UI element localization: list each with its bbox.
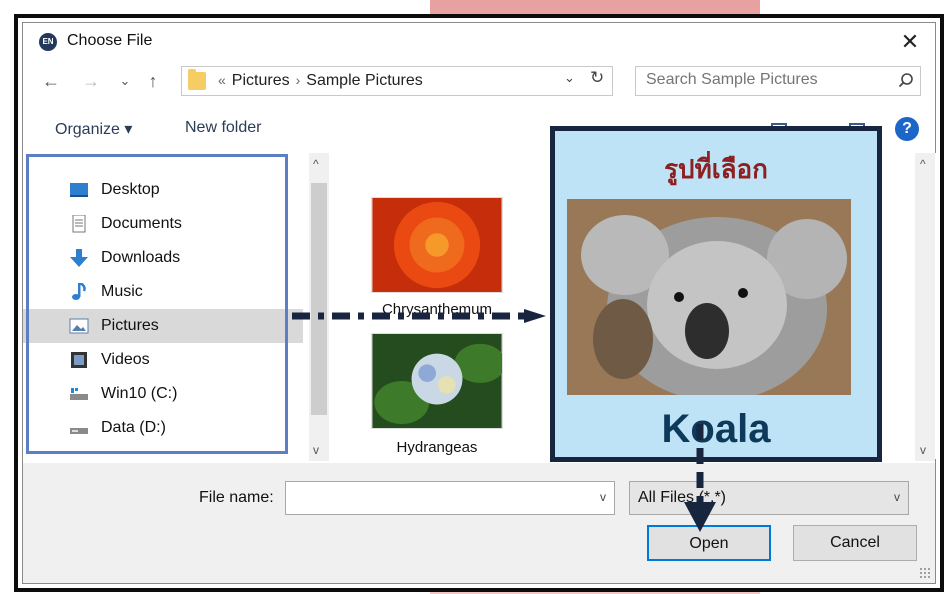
navigation-row: ← → ⌄ ↑ « Pictures › Sample Pictures ⌄ ↻ — [23, 65, 935, 99]
dialog-footer: File name: v All Files (*.*) v Open Canc… — [23, 463, 935, 583]
breadcrumb-sample-pictures[interactable]: Sample Pictures — [306, 72, 423, 89]
back-arrow-icon[interactable]: ← — [39, 69, 63, 93]
search-icon[interactable] — [898, 72, 914, 88]
scroll-up-icon[interactable]: ^ — [313, 157, 319, 171]
file-type-filter-select[interactable]: All Files (*.*) v — [629, 481, 909, 515]
chevron-down-icon[interactable]: v — [600, 490, 606, 504]
file-label-hydrangeas[interactable]: Hydrangeas — [367, 439, 507, 456]
organize-button[interactable]: Organize ▾ — [55, 119, 132, 139]
scroll-down-icon[interactable]: v — [313, 443, 319, 457]
breadcrumb: « Pictures › Sample Pictures — [212, 72, 423, 90]
folder-icon — [188, 69, 206, 90]
file-thumbnail-hydrangeas[interactable] — [371, 333, 503, 429]
close-icon[interactable]: ✕ — [895, 27, 925, 57]
dialog-title: Choose File — [67, 32, 153, 49]
title-bar: EN Choose File ✕ — [23, 23, 935, 61]
cancel-button[interactable]: Cancel — [793, 525, 917, 561]
koala-image — [567, 199, 851, 395]
file-pane-scrollbar[interactable]: ^ v — [915, 153, 935, 461]
file-name-input[interactable] — [292, 488, 572, 506]
address-dropdown-chevron-icon[interactable]: ⌄ — [564, 70, 575, 86]
scrollbar-thumb[interactable] — [311, 183, 327, 415]
navigation-pane-scrollbar[interactable]: ^ v — [309, 153, 329, 461]
search-input[interactable] — [646, 71, 886, 89]
callout-title: รูปที่เลือก — [664, 155, 768, 185]
new-folder-button[interactable]: New folder — [185, 119, 261, 137]
scroll-down-icon[interactable]: v — [920, 443, 926, 457]
search-box[interactable] — [635, 66, 921, 96]
sidebar-highlight-box — [26, 154, 288, 454]
scroll-up-icon[interactable]: ^ — [920, 157, 926, 171]
file-name-combobox[interactable]: v — [285, 481, 615, 515]
dashed-arrow-right-icon — [292, 309, 546, 323]
forward-arrow-icon[interactable]: → — [79, 69, 103, 93]
file-thumbnail-chrysanthemum[interactable] — [371, 197, 503, 293]
breadcrumb-pictures[interactable]: Pictures — [232, 72, 290, 89]
up-arrow-icon[interactable]: ↑ — [141, 69, 165, 93]
dashed-arrow-down-icon — [684, 424, 716, 532]
chevron-down-icon[interactable]: v — [894, 490, 900, 504]
breadcrumb-overflow-icon[interactable]: « — [218, 72, 226, 88]
recent-locations-chevron-icon[interactable]: ⌄ — [113, 69, 137, 93]
file-name-label: File name: — [199, 489, 274, 506]
address-bar[interactable]: « Pictures › Sample Pictures ⌄ ↻ — [181, 66, 613, 96]
breadcrumb-separator-icon: › — [295, 72, 301, 88]
selected-image-callout: รูปที่เลือก Koala — [550, 126, 882, 462]
refresh-icon[interactable]: ↻ — [590, 68, 604, 88]
resize-grip-icon[interactable] — [919, 567, 931, 579]
help-icon[interactable]: ? — [895, 117, 919, 141]
app-icon: EN — [39, 33, 57, 51]
